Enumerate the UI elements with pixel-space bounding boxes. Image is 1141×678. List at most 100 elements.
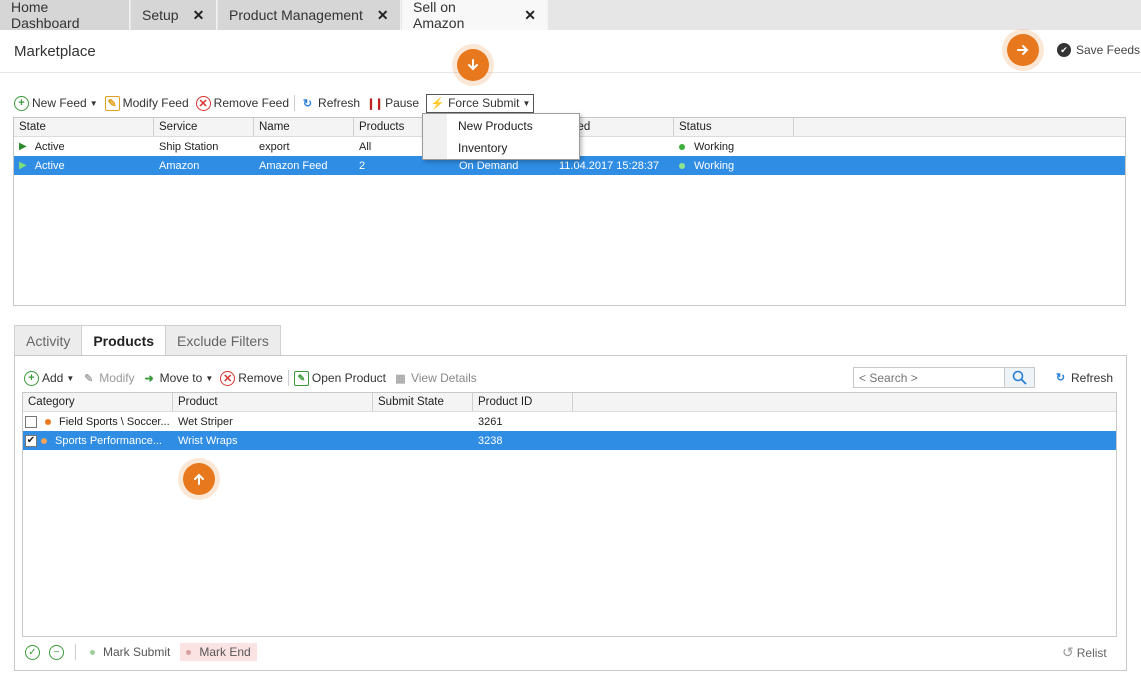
toolbar-divider (287, 370, 289, 386)
mark-end-button[interactable]: Mark End (180, 643, 257, 661)
page-title: Marketplace (14, 43, 96, 60)
chevron-down-icon: ▼ (522, 98, 531, 108)
table-row[interactable]: Field Sports \ Soccer... Wet Striper 326… (23, 412, 1116, 431)
force-submit-menu: New Products Inventory (422, 113, 580, 160)
tab-products[interactable]: Products (81, 325, 167, 355)
minus-circle-icon[interactable]: − (49, 644, 64, 660)
close-icon[interactable]: ✕ (193, 7, 205, 24)
modify-button[interactable]: ✎ Modify (81, 371, 134, 386)
column-header[interactable]: Status (674, 118, 794, 136)
search-input[interactable] (854, 370, 1004, 385)
table-row[interactable]: ✔ Sports Performance... Wrist Wraps 3238 (23, 431, 1116, 450)
table-icon: ▦ (395, 372, 406, 385)
state-cell: Active (34, 140, 65, 153)
edit-icon: ✎ (84, 372, 94, 385)
status-dot-icon (679, 143, 685, 150)
tab-setup[interactable]: Setup ✕ (131, 0, 217, 30)
chevron-down-icon[interactable]: ▼ (66, 374, 74, 383)
move-to-button[interactable]: ➜ Move to ▼ (142, 371, 214, 386)
relist-label: Relist (1076, 645, 1107, 660)
remove-feed-button[interactable]: ✕ Remove Feed (195, 95, 290, 111)
edit-icon: ✎ (104, 95, 120, 111)
tab-label: Setup (142, 7, 179, 23)
row-checkbox[interactable] (25, 415, 37, 428)
view-details-label: View Details (410, 371, 477, 385)
modify-label: Modify (99, 371, 135, 385)
refresh-feeds-button[interactable]: ↻ Refresh (300, 96, 360, 111)
relist-button[interactable]: ↺ Relist (1062, 644, 1107, 661)
status-dot-icon (679, 162, 685, 169)
close-icon[interactable]: ✕ (377, 7, 389, 24)
name-cell: Amazon Feed (259, 159, 328, 172)
column-header[interactable]: Submit State (373, 393, 473, 411)
undo-icon: ↺ (1062, 644, 1074, 660)
play-icon: ▶ (19, 160, 27, 171)
save-feeds-button[interactable]: ✔ Save Feeds (1057, 43, 1140, 57)
pause-icon: ❙❙ (366, 97, 383, 110)
remove-icon: ✕ (195, 95, 211, 111)
refresh-products-button[interactable]: ↻ Refresh (1053, 370, 1113, 385)
move-to-label: Move to (159, 371, 203, 385)
chevron-down-icon[interactable]: ▼ (90, 99, 98, 108)
product-id-cell: 3238 (478, 434, 503, 447)
column-header[interactable]: Product (173, 393, 373, 411)
tab-home-dashboard[interactable]: Home Dashboard (0, 0, 130, 31)
status-dot-icon (186, 649, 192, 655)
remove-icon: ✕ (220, 370, 236, 386)
lightning-icon: ⚡ (430, 97, 445, 110)
view-details-button[interactable]: ▦ View Details (393, 371, 477, 386)
mark-submit-button[interactable]: Mark Submit (84, 643, 176, 661)
modify-feed-button[interactable]: ✎ Modify Feed (104, 95, 189, 111)
tab-activity[interactable]: Activity (14, 325, 83, 355)
pause-label: Pause (385, 96, 420, 110)
toolbar-divider (294, 95, 296, 111)
remove-label: Remove (238, 371, 283, 385)
product-cell: Wet Striper (178, 415, 233, 428)
status-dot-icon (45, 418, 51, 425)
column-header[interactable]: Product ID (473, 393, 573, 411)
save-feeds-label: Save Feeds (1076, 43, 1141, 57)
column-header[interactable]: Category (23, 393, 173, 411)
column-header[interactable]: Name (254, 118, 354, 136)
category-cell: Field Sports \ Soccer... (59, 415, 170, 428)
menu-item-new-products[interactable]: New Products (458, 119, 533, 133)
pause-button[interactable]: ❙❙ Pause (366, 96, 420, 111)
row-checkbox[interactable]: ✔ (25, 434, 37, 447)
name-cell: export (259, 140, 290, 153)
force-submit-button[interactable]: ⚡ Force Submit ▼ (426, 93, 535, 113)
service-cell: Amazon (159, 159, 200, 172)
check-circle-icon: ✔ (1057, 43, 1071, 57)
new-feed-label: New Feed (32, 96, 87, 110)
add-icon: + (24, 370, 39, 386)
right-arrow-icon (1007, 34, 1039, 66)
menu-icon-strip (423, 114, 447, 159)
page-header (0, 30, 1141, 73)
chevron-down-icon[interactable]: ▼ (205, 374, 213, 383)
status-dot-icon (41, 437, 47, 444)
search-icon[interactable] (1004, 368, 1034, 387)
column-header[interactable]: State (14, 118, 154, 136)
menu-item-inventory[interactable]: Inventory (458, 141, 507, 155)
tab-product-management[interactable]: Product Management ✕ (218, 0, 401, 30)
open-product-label: Open Product (311, 371, 386, 385)
remove-button[interactable]: ✕ Remove (220, 370, 283, 386)
check-circle-icon[interactable]: ✓ (25, 644, 40, 660)
category-cell: Sports Performance... (55, 434, 162, 447)
tab-exclude-filters[interactable]: Exclude Filters (165, 325, 281, 355)
tab-label: Home Dashboard (11, 0, 80, 31)
remove-feed-label: Remove Feed (213, 96, 290, 110)
mode-cell: On Demand (459, 159, 519, 172)
column-header[interactable]: Service (154, 118, 254, 136)
add-button[interactable]: + Add ▼ (24, 370, 74, 386)
product-id-cell: 3261 (478, 415, 503, 428)
refresh-label: Refresh (318, 96, 361, 110)
open-product-button[interactable]: ✎ Open Product (293, 370, 386, 386)
status-cell: Working (694, 159, 735, 172)
products-footer: ✓ − Mark Submit Mark End (25, 643, 261, 661)
new-feed-button[interactable]: + New Feed ▼ (14, 95, 98, 111)
status-dot-icon (90, 649, 95, 655)
mark-submit-label: Mark Submit (103, 645, 171, 659)
tab-sell-on-amazon[interactable]: Sell on Amazon ✕ (402, 0, 548, 31)
mark-end-label: Mark End (199, 645, 251, 659)
close-icon[interactable]: ✕ (524, 7, 536, 24)
